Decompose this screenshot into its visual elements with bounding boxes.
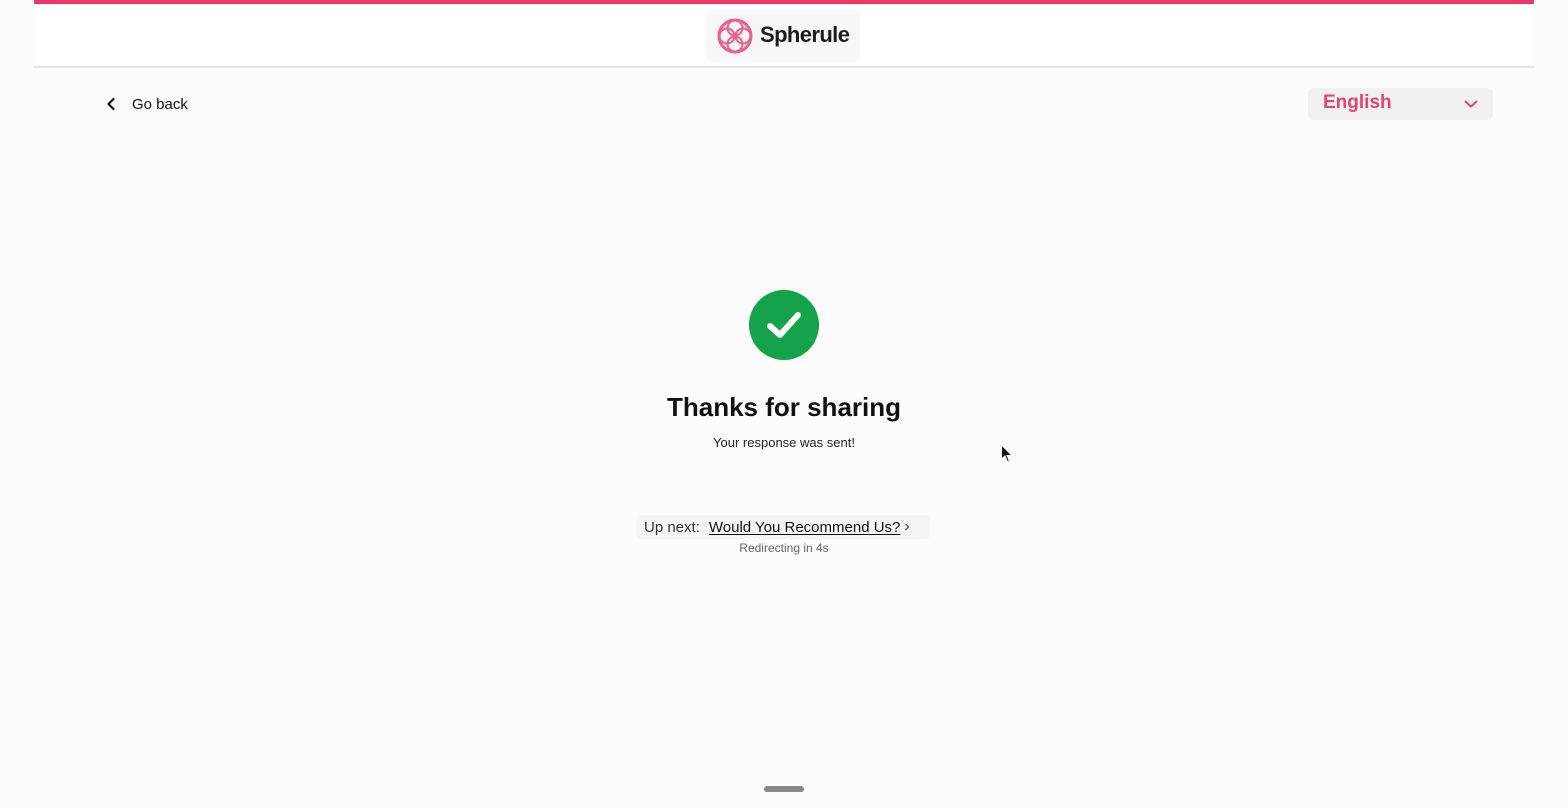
mouse-cursor-icon (1001, 444, 1014, 463)
up-next-box: Up next: Would You Recommend Us? › (636, 515, 930, 539)
language-selected-value: English (1323, 92, 1392, 113)
confirmation-title: Thanks for sharing (666, 392, 902, 422)
up-next-label: Up next: (644, 518, 700, 536)
check-circle-icon (749, 290, 819, 360)
brand-name: Spherule (760, 22, 850, 47)
chevron-down-icon (1464, 100, 1478, 108)
go-back-label: Go back (132, 95, 188, 113)
go-back-button[interactable]: Go back (98, 90, 192, 118)
sphere-logo-icon (717, 18, 753, 54)
checkmark-icon (767, 312, 801, 338)
confirmation-message: Your response was sent! (713, 435, 855, 450)
chevron-right-icon: › (904, 518, 910, 535)
brand-logo[interactable]: Spherule (706, 10, 860, 62)
redirect-countdown: Redirecting in 4s (739, 541, 829, 555)
up-next-link[interactable]: Would You Recommend Us? (709, 519, 901, 536)
scroll-handle[interactable] (764, 786, 804, 792)
chevron-left-icon (107, 97, 115, 111)
page: Spherule Go back English Thanks for shar… (0, 0, 1568, 808)
language-select[interactable]: English (1308, 88, 1493, 120)
header: Spherule (34, 4, 1534, 68)
